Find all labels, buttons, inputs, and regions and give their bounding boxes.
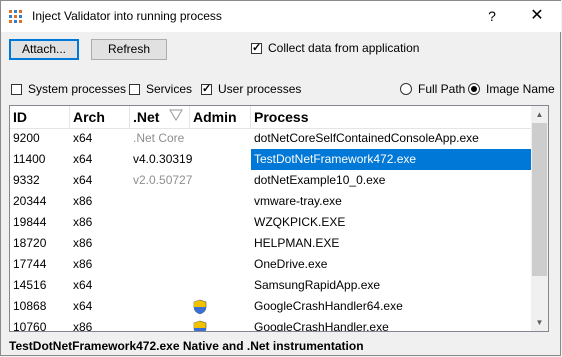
image-name-label: Image Name [486, 82, 555, 96]
services-checkbox[interactable]: Services [129, 82, 192, 96]
cell-net [130, 191, 192, 212]
dialog-window: Inject Validator into running process ? … [0, 0, 561, 356]
refresh-button[interactable]: Refresh [91, 39, 167, 60]
admin-shield-icon [193, 299, 207, 315]
scroll-down-arrow-icon[interactable]: ▼ [531, 314, 548, 331]
cell-id: 9332 [13, 173, 40, 187]
user-processes-checkbox[interactable]: User processes [201, 82, 301, 96]
cell-arch: x64 [73, 299, 93, 313]
table-row[interactable]: 17744 x86 OneDrive.exe [10, 254, 531, 275]
table-row[interactable]: 14516 x64 SamsungRapidApp.exe [10, 275, 531, 296]
cell-id: 10868 [13, 299, 47, 313]
cell-id: 11400 [13, 152, 46, 166]
cell-net [130, 233, 192, 254]
system-processes-checkbox[interactable]: System processes [11, 82, 126, 96]
image-name-radio-dot[interactable] [468, 83, 480, 95]
cell-process: SamsungRapidApp.exe [254, 278, 381, 292]
cell-arch: x86 [73, 215, 93, 229]
cell-process: GoogleCrashHandler64.exe [254, 299, 403, 313]
cell-id: 20344 [13, 194, 47, 208]
cell-arch: x86 [73, 257, 93, 271]
cell-arch: x64 [73, 173, 93, 187]
title-bar: Inject Validator into running process ? … [1, 1, 561, 32]
process-list[interactable]: ID Arch .Net Admin Process 9200 x64 .Net C… [9, 105, 549, 332]
cell-process: TestDotNetFramework472.exe [251, 149, 531, 170]
cell-net: .Net Core [133, 131, 185, 145]
cell-process: vmware-tray.exe [254, 194, 342, 208]
cell-arch: x86 [73, 236, 93, 250]
attach-button[interactable]: Attach... [9, 39, 79, 60]
services-label: Services [146, 82, 193, 96]
column-header-admin[interactable]: Admin [190, 106, 251, 128]
cell-arch: x86 [73, 194, 93, 208]
column-header-process[interactable]: Process [251, 106, 531, 128]
admin-shield-icon [193, 320, 207, 331]
collect-data-box[interactable] [251, 41, 262, 54]
scroll-thumb[interactable] [532, 123, 547, 276]
table-row[interactable]: 9200 x64 .Net Core dotNetCoreSelfContainedC… [10, 128, 531, 149]
table-row[interactable]: 11400 x64 v4.0.30319 TestDotNetFramework472… [10, 149, 531, 170]
vertical-scrollbar[interactable]: ▲ ▼ [531, 106, 548, 331]
services-box[interactable] [129, 83, 140, 95]
list-rows: 9200 x64 .Net Core dotNetCoreSelfContainedC… [10, 128, 531, 332]
full-path-radio[interactable]: Full Path [400, 82, 465, 96]
cell-process: dotNetCoreSelfContainedConsoleApp.exe [254, 131, 479, 145]
cell-process: dotNetExample10_0.exe [254, 173, 386, 187]
cell-id: 18720 [13, 236, 47, 250]
table-row[interactable]: 9332 x64 v2.0.50727 dotNetExample10_0.exe [10, 170, 531, 191]
list-header: ID Arch .Net Admin Process [10, 106, 531, 129]
cell-id: 10760 [13, 320, 47, 332]
cell-net [130, 317, 192, 331]
collect-data-checkbox[interactable]: Collect data from application [251, 41, 419, 55]
cell-process: WZQKPICK.EXE [254, 215, 346, 229]
table-row[interactable]: 18720 x86 HELPMAN.EXE [10, 233, 531, 254]
window-title: Inject Validator into running process [32, 9, 222, 23]
cell-net [130, 212, 192, 233]
column-header-id[interactable]: ID [10, 106, 70, 128]
user-processes-label: User processes [218, 82, 302, 96]
cell-process: OneDrive.exe [254, 257, 328, 271]
cell-net [130, 254, 192, 275]
full-path-radio-dot[interactable] [400, 83, 412, 95]
status-text: TestDotNetFramework472.exe Native and .N… [9, 339, 364, 353]
table-row[interactable]: 19844 x86 WZQKPICK.EXE [10, 212, 531, 233]
cell-process: HELPMAN.EXE [254, 236, 340, 250]
table-row[interactable]: 10868 x64 GoogleCrashHandler64.exe [10, 296, 531, 317]
user-processes-box[interactable] [201, 82, 212, 95]
table-row[interactable]: 10760 x86 GoogleCrashHandler.exe [10, 317, 531, 332]
cell-id: 14516 [13, 278, 47, 292]
cell-net: v2.0.50727 [133, 173, 192, 187]
cell-net [130, 296, 192, 317]
system-processes-box[interactable] [11, 83, 22, 95]
cell-arch: x64 [73, 278, 93, 292]
table-row[interactable]: 20344 x86 vmware-tray.exe [10, 191, 531, 212]
column-header-arch[interactable]: Arch [70, 106, 130, 128]
close-button[interactable]: ✕ [522, 5, 552, 27]
cell-id: 17744 [13, 257, 47, 271]
cell-process: GoogleCrashHandler.exe [254, 320, 389, 332]
cell-id: 19844 [13, 215, 47, 229]
system-processes-label: System processes [28, 82, 127, 96]
cell-net [130, 275, 192, 296]
scroll-up-arrow-icon[interactable]: ▲ [531, 106, 548, 123]
collect-data-label: Collect data from application [268, 41, 420, 55]
help-button[interactable]: ? [477, 5, 507, 27]
cell-arch: x86 [73, 320, 93, 332]
image-name-radio[interactable]: Image Name [468, 82, 555, 96]
full-path-label: Full Path [418, 82, 466, 96]
cell-arch: x64 [73, 152, 93, 166]
app-grid-icon [9, 10, 22, 23]
sort-descending-icon [169, 109, 183, 121]
cell-net: v4.0.30319 [133, 152, 192, 166]
cell-id: 9200 [13, 131, 40, 145]
cell-arch: x64 [73, 131, 93, 145]
